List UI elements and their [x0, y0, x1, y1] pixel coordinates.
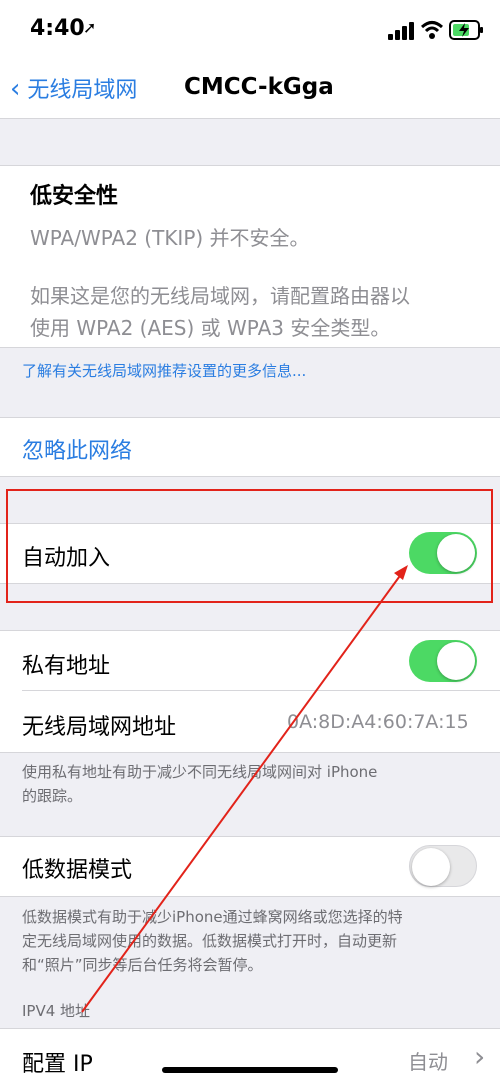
annotation-arrow [81, 565, 408, 1013]
